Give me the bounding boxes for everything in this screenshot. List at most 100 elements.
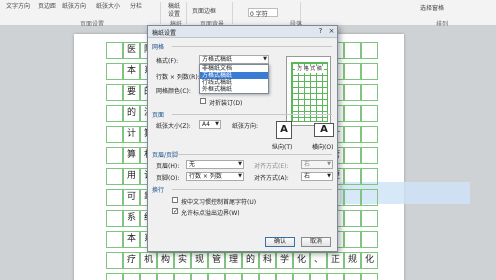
help-icon[interactable]: ?: [316, 27, 325, 36]
format-option[interactable]: 行线式稿纸: [200, 79, 268, 86]
margins-button[interactable]: 页边距: [38, 1, 56, 10]
grid-cell: 计: [123, 126, 140, 143]
landscape-label: 横向(O): [312, 144, 334, 151]
grid-cell: [361, 147, 378, 164]
draft-paper-settings-dialog: 稿纸设置 ? × 网格 格式(F): 方格式稿纸 ▼ 非稿纸文档 方格式稿纸 行线…: [147, 25, 338, 252]
header-align-label: 对齐方式(E):: [254, 163, 289, 170]
chevron-down-icon: ▼: [327, 173, 331, 179]
grid-row: [106, 273, 378, 280]
grid-cell: [242, 273, 259, 280]
grid-cell: [344, 147, 361, 164]
grid-cell: [106, 168, 123, 185]
grid-row: 疗机构实现管理的科学化、正规化: [106, 252, 378, 269]
wrap-option2-checkbox[interactable]: ✓: [172, 208, 178, 215]
grid-cell: 实: [174, 252, 191, 269]
grid-cell: 要: [123, 84, 140, 101]
format-option[interactable]: 非稿纸文档: [200, 65, 268, 72]
rows-cols-label: 行数 × 列数(R):: [156, 74, 200, 81]
portrait-label: 纵向(T): [272, 144, 293, 151]
format-select[interactable]: 方格式稿纸 ▼: [199, 55, 269, 64]
grid-cell: [225, 273, 242, 280]
size-button[interactable]: 纸张大小: [96, 1, 120, 10]
grid-cell: 系: [123, 210, 140, 227]
grid-cell: 疗: [123, 252, 140, 269]
grid-cell: [361, 210, 378, 227]
page-border-button[interactable]: 页面边框: [192, 6, 216, 15]
grid-cell: [259, 273, 276, 280]
footer-select[interactable]: 行数 × 列数 ▼: [186, 172, 244, 181]
grid-cell: 学: [276, 252, 293, 269]
grid-cell: [361, 189, 378, 206]
ok-button[interactable]: 确认: [265, 237, 295, 247]
format-dropdown-list: 非稿纸文档 方格式稿纸 行线式稿纸 外框式稿纸: [199, 64, 269, 94]
grid-cell: [106, 84, 123, 101]
header-select[interactable]: 无 ▼: [186, 160, 244, 169]
paper-size-select[interactable]: A4 ▼: [199, 120, 221, 129]
wrap-option2-label: 允许标点溢出边界(W): [181, 210, 240, 217]
grid-cell: [361, 42, 378, 59]
grid-cell: 化: [293, 252, 310, 269]
chevron-down-icon: ▼: [215, 121, 219, 127]
indent-spinner[interactable]: 0 字符: [248, 8, 278, 18]
grid-cell: [174, 273, 191, 280]
cancel-button[interactable]: 取消: [301, 237, 331, 247]
header-label: 页眉(H):: [156, 163, 180, 170]
preview-text: 方 格 式 稿: [295, 66, 324, 73]
grid-cell: [276, 273, 293, 280]
grid-cell: [106, 42, 123, 59]
grid-cell: [106, 210, 123, 227]
selection-pane-button[interactable]: 选择窗格: [420, 3, 444, 12]
grid-cell: 正: [327, 252, 344, 269]
format-option-selected[interactable]: 方格式稿纸: [200, 72, 268, 79]
grid-cell: [123, 273, 140, 280]
chevron-down-icon: ▼: [238, 161, 242, 167]
grid-cell: 的: [242, 252, 259, 269]
close-icon[interactable]: ×: [327, 27, 336, 36]
grid-cell: [140, 273, 157, 280]
dialog-title: 稿纸设置: [152, 30, 177, 37]
grid-cell: [106, 105, 123, 122]
grid-cell: 本: [123, 63, 140, 80]
grid-cell: [344, 126, 361, 143]
grid-cell: 机: [140, 252, 157, 269]
grid-cell: [106, 273, 123, 280]
dialog-title-bar: 稿纸设置 ? ×: [148, 26, 337, 38]
portrait-option[interactable]: A: [276, 121, 292, 139]
grid-cell: [361, 168, 378, 185]
wrap-option1-checkbox[interactable]: [172, 197, 178, 203]
format-label: 格式(F):: [156, 58, 179, 65]
grid-cell: [293, 273, 310, 280]
text-direction-button[interactable]: 文字方向: [6, 1, 30, 10]
grid-cell: [361, 126, 378, 143]
section-grid-label: 网格: [152, 44, 165, 51]
grid-cell: 算: [123, 147, 140, 164]
grid-cell: [344, 168, 361, 185]
chevron-down-icon: ▼: [327, 161, 331, 167]
header-align-select[interactable]: 右 ▼: [301, 160, 333, 169]
grid-cell: 可: [123, 189, 140, 206]
grid-cell: 本: [123, 231, 140, 248]
format-option[interactable]: 外框式稿纸: [200, 86, 268, 93]
grid-cell: 医: [123, 42, 140, 59]
grid-cell: 的: [123, 105, 140, 122]
grid-cell: [344, 105, 361, 122]
grid-cell: [327, 273, 344, 280]
chevron-down-icon: ▼: [263, 56, 267, 62]
landscape-option[interactable]: A: [314, 123, 334, 137]
ribbon-toolbar: 文字方向 页边距 纸张方向 纸张大小 分栏 稿纸 设置 页面边框 0 字符 选择…: [0, 0, 496, 28]
grid-cell: [106, 126, 123, 143]
footer-align-select[interactable]: 右 ▼: [301, 172, 333, 181]
grid-cell: [344, 63, 361, 80]
columns-button[interactable]: 分栏: [130, 1, 142, 10]
draft-paper-settings-button[interactable]: 设置: [168, 9, 180, 18]
orientation-label: 纸张方向:: [232, 123, 259, 130]
section-page-label: 页面: [152, 112, 165, 119]
grid-cell: 理: [225, 252, 242, 269]
grid-cell: 规: [344, 252, 361, 269]
grid-cell: 管: [208, 252, 225, 269]
double-sided-checkbox[interactable]: [200, 98, 206, 104]
orientation-button[interactable]: 纸张方向: [62, 1, 86, 10]
grid-cell: 化: [361, 252, 378, 269]
grid-cell: [191, 273, 208, 280]
grid-cell: [157, 273, 174, 280]
